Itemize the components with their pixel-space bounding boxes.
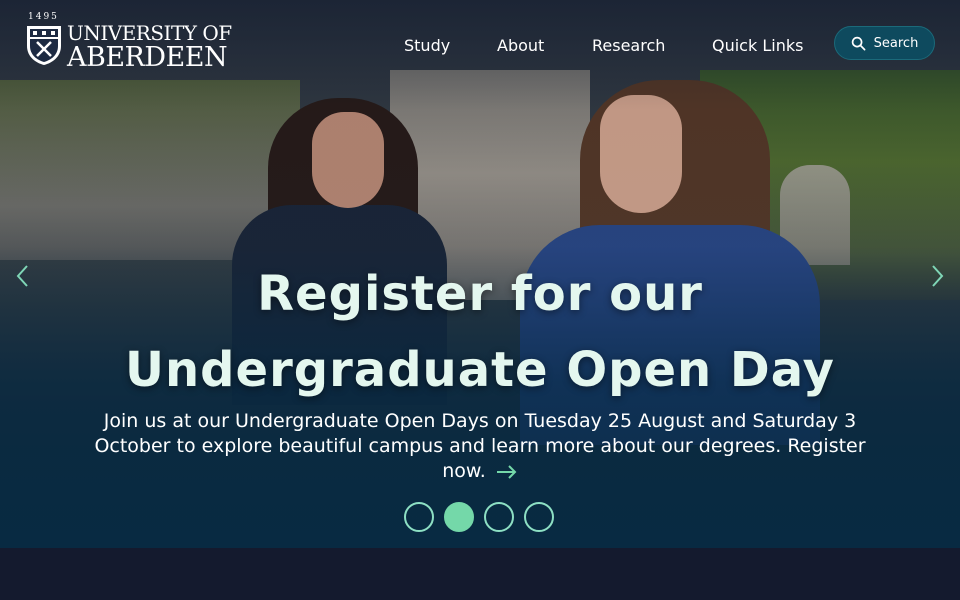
nav-study[interactable]: Study	[404, 36, 450, 55]
university-logo[interactable]: 1495 UNIVERSITY OF ABERDEEN	[25, 12, 235, 73]
hero-title-line1: Register for our	[257, 266, 703, 322]
nav-research[interactable]: Research	[592, 36, 665, 55]
search-icon	[851, 36, 866, 50]
logo-year: 1495	[28, 12, 59, 22]
hero-title-line2: Undergraduate Open Day	[125, 342, 835, 398]
page-content-area	[0, 548, 960, 600]
nav-about[interactable]: About	[497, 36, 544, 55]
slide-dot-1[interactable]	[404, 502, 434, 532]
hero-description: Join us at our Undergraduate Open Days o…	[94, 410, 866, 482]
arrow-right-icon	[496, 464, 517, 479]
search-button-label: Search	[873, 35, 919, 51]
search-button[interactable]: Search	[834, 26, 935, 60]
slide-pagination	[404, 502, 556, 532]
slide-dot-3[interactable]	[484, 502, 514, 532]
nav-quick-links[interactable]: Quick Links	[712, 36, 803, 55]
hero-banner: 1495 UNIVERSITY OF ABERDEEN Study About …	[0, 0, 960, 548]
slide-dot-2[interactable]	[444, 502, 474, 532]
site-header: 1495 UNIVERSITY OF ABERDEEN Study About …	[0, 0, 960, 90]
logo-text-line2: ABERDEEN	[67, 42, 228, 73]
slide-dot-4[interactable]	[524, 502, 554, 532]
crest-icon	[27, 26, 61, 65]
hero-description-link[interactable]: Join us at our Undergraduate Open Days o…	[80, 409, 880, 484]
